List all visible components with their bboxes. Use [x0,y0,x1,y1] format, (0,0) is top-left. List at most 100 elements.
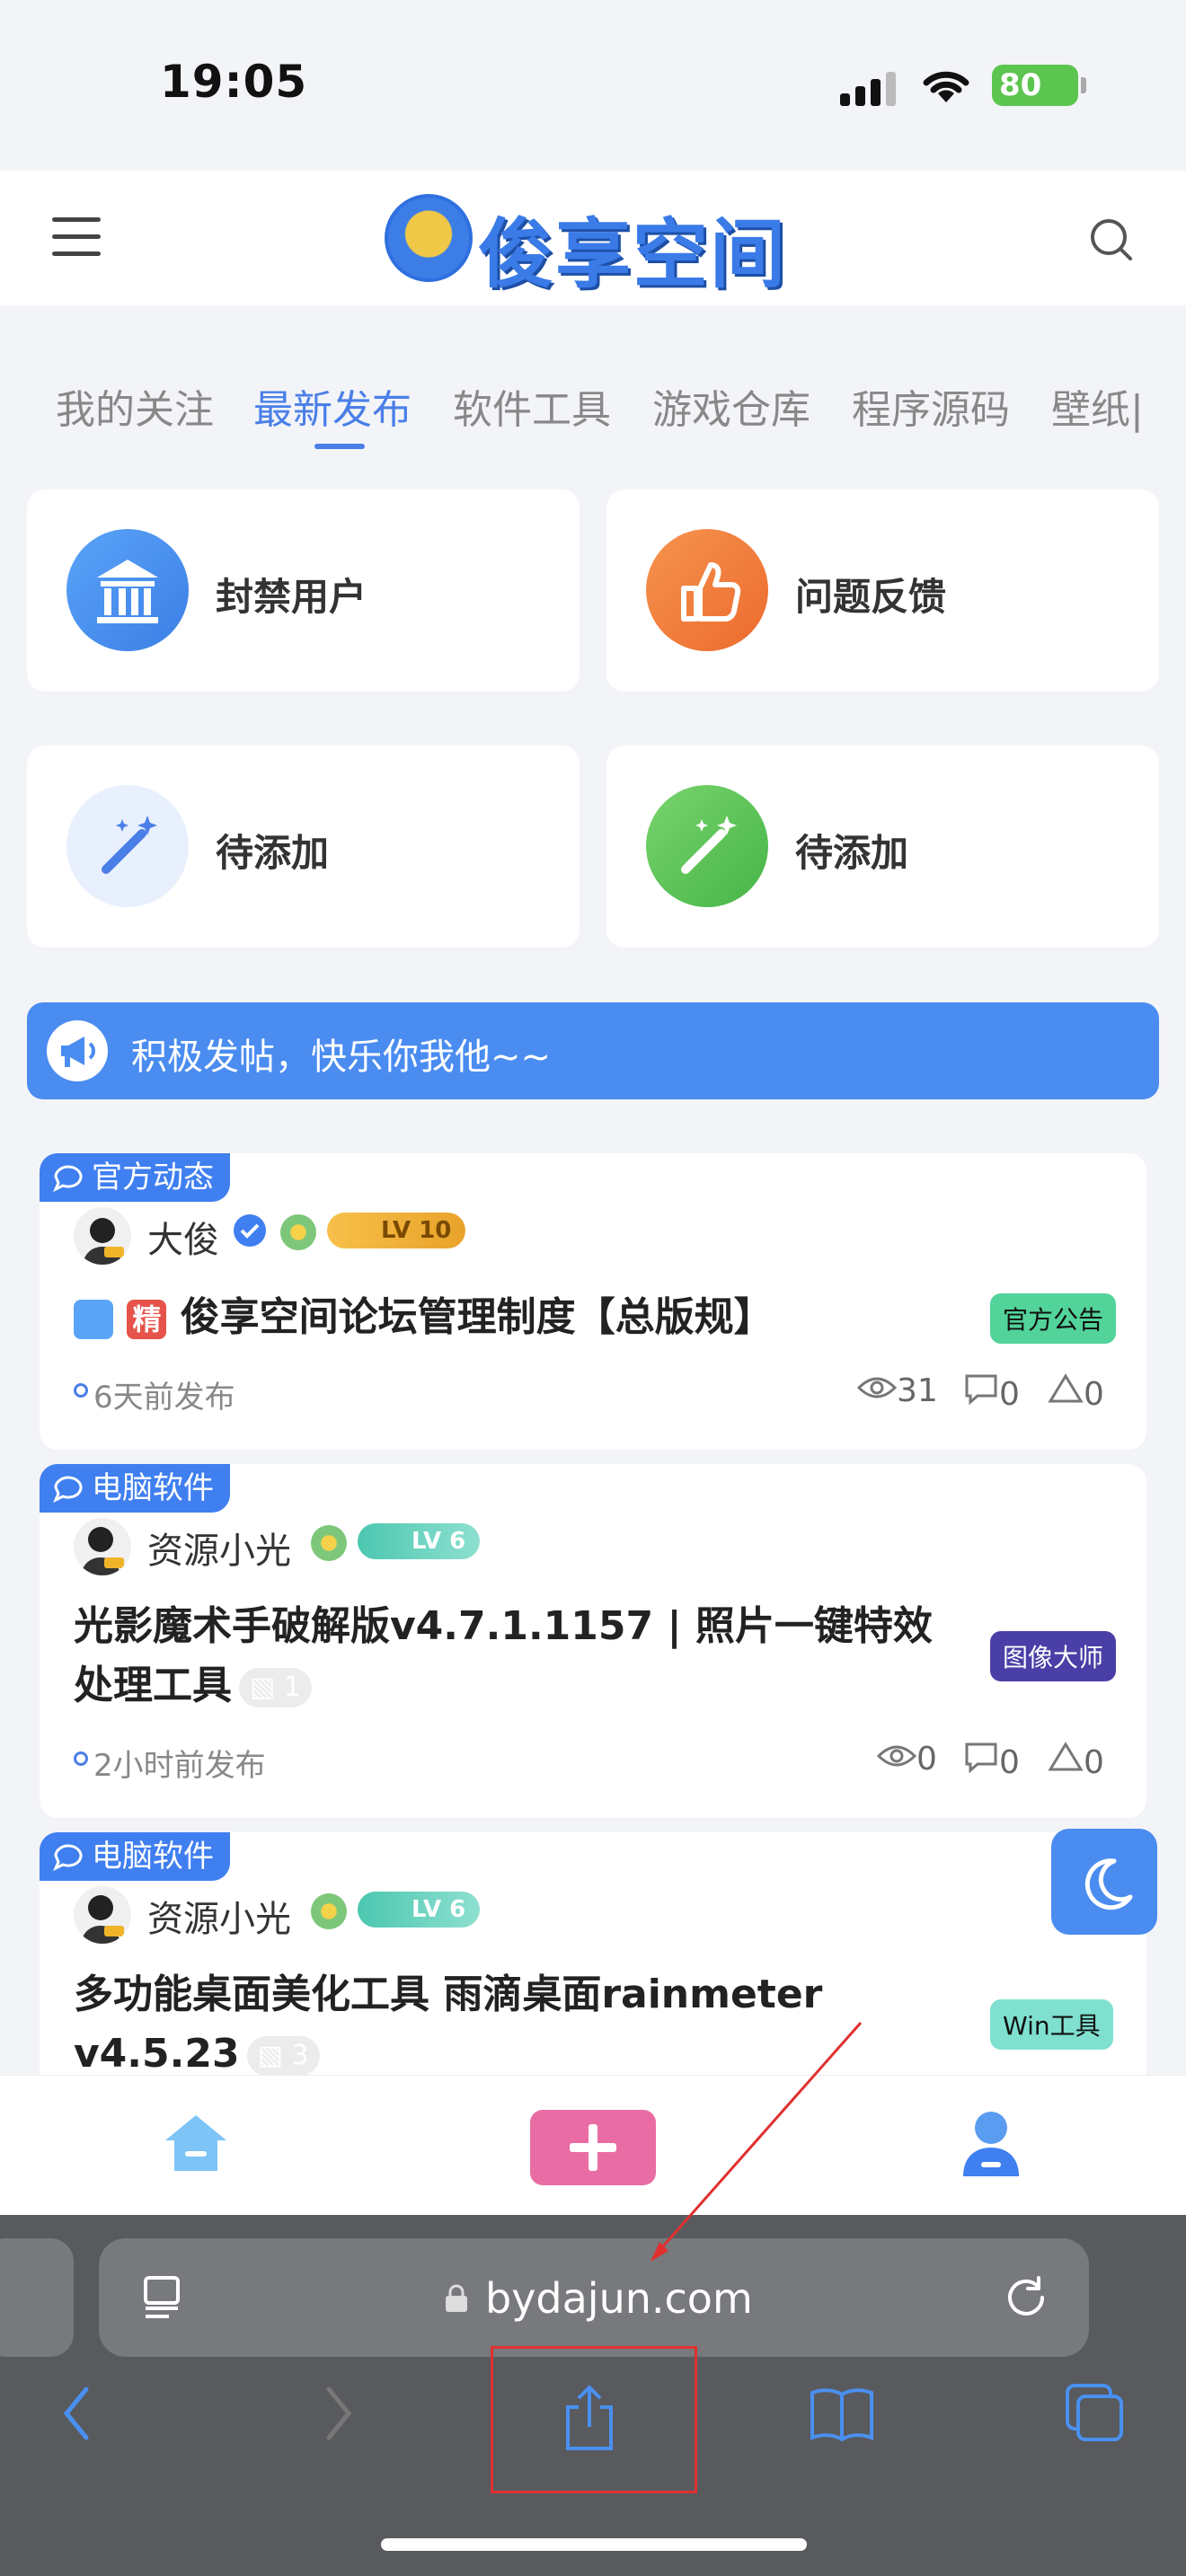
search-icon[interactable] [1089,217,1134,262]
featured-badge: 精 [127,1300,167,1339]
feature-card-label: 封禁用户 [216,575,367,619]
like-count: 0 [1048,1372,1104,1413]
category-tabs: 我的关注 最新发布 软件工具 游戏仓库 程序源码 壁纸| [0,377,1186,449]
post-tag[interactable]: 图像大师 [990,1631,1117,1681]
like-count-value: 0 [1084,1744,1104,1781]
post-category-tag[interactable]: 电脑软件 [40,1832,230,1881]
app-bottom-nav [0,2075,1186,2215]
magic-wand-icon [646,785,768,907]
status-bar: 19:05 80 [0,0,1186,171]
tab-source-code[interactable]: 程序源码 [852,377,1010,435]
post-category-tag[interactable]: 电脑软件 [40,1464,230,1513]
like-count: 0 [1048,1741,1104,1781]
back-icon[interactable] [59,2382,95,2445]
battery-cap [1081,77,1086,93]
comment-icon [965,1742,997,1774]
image-count-value: 3 [291,2040,309,2071]
announcement-bar[interactable]: 积极发帖，快乐你我他~~ [27,1002,1159,1099]
magic-wand-icon [66,785,189,907]
menu-icon[interactable] [52,217,101,257]
medal-icon [311,1893,347,1929]
lock-icon [446,2284,467,2312]
comment-count: 0 [963,1741,1020,1781]
post-tag[interactable]: 官方公告 [990,1293,1117,1344]
tab-software-tools[interactable]: 软件工具 [453,377,611,435]
post-card[interactable]: 电脑软件 资源小光 LV 6 光影魔术手破解版v4.7.1.1157 | 照片一… [40,1464,1146,1818]
site-logo-icon[interactable] [385,194,473,282]
image-count-badge: ▧ 3 [246,2036,320,2076]
site-logo-text[interactable]: 俊享空间 [478,194,787,303]
highlight-box [491,2346,697,2493]
previous-tab-preview[interactable] [0,2238,74,2357]
tab-my-follow[interactable]: 我的关注 [56,377,214,435]
chat-bubble-icon [53,1476,83,1504]
tab-wallpaper[interactable]: 壁纸| [1051,377,1144,435]
post-card[interactable]: 电脑软件 资源小光 LV 6 多功能桌面美化工具 雨滴桌面rainmeter v… [40,1832,1146,2093]
reload-icon[interactable] [1001,2272,1051,2323]
page-menu-icon[interactable] [142,2274,185,2321]
bookmarks-icon[interactable] [809,2382,875,2445]
status-time: 19:05 [160,56,308,108]
post-category-tag[interactable]: 官方动态 [40,1153,230,1202]
tab-game-warehouse[interactable]: 游戏仓库 [652,377,810,435]
dark-mode-toggle[interactable] [1051,1829,1157,1935]
time-dot-icon [74,1751,88,1766]
post-title-line-1: 多功能桌面美化工具 雨滴桌面rainmeter [74,1972,823,2017]
comment-count-value: 0 [999,1376,1020,1413]
user-level-badge: LV 10 [327,1213,466,1248]
post-category-label: 电脑软件 [92,1470,214,1506]
view-count: 31 [856,1372,938,1409]
tabs-icon[interactable] [1064,2382,1127,2445]
triangle-icon [1048,1742,1084,1771]
url-text[interactable]: bydajun.com [485,2274,753,2323]
home-indicator [381,2538,807,2551]
verified-icon [234,1214,266,1247]
avatar[interactable] [74,1518,131,1575]
post-category-label: 官方动态 [92,1160,214,1195]
post-title-line-2: 处理工具 [74,1663,232,1708]
comment-count-value: 0 [999,1744,1020,1781]
feature-card-ban-users[interactable]: 封禁用户 [27,490,580,692]
user-level-label: LV 6 [412,1896,466,1923]
home-icon[interactable] [162,2112,230,2175]
view-count-value: 31 [897,1372,938,1409]
like-count-value: 0 [1084,1376,1104,1413]
triangle-icon [1048,1373,1084,1403]
battery-level: 80 [999,67,1042,103]
post-card[interactable]: 官方动态 大俊 LV 10 精 俊享空间论坛管理制度【总版规】 官方公告 6天前… [40,1153,1146,1450]
forward-icon[interactable] [320,2382,356,2445]
post-title: 俊享空间论坛管理制度【总版规】 [180,1294,774,1340]
post-title[interactable]: 多功能桌面美化工具 雨滴桌面rainmeter v4.5.23 ▧ 3 [74,1965,822,2084]
post-author[interactable]: 大俊 [147,1211,219,1263]
feature-card-feedback[interactable]: 问题反馈 [606,490,1159,692]
avatar[interactable] [74,1886,131,1944]
comment-count: 0 [963,1372,1020,1413]
wifi-icon [923,71,969,102]
new-post-button[interactable] [530,2110,656,2185]
app-header: 俊享空间 [0,171,1186,305]
eye-icon [856,1377,898,1398]
image-count-badge: ▧ 1 [239,1668,312,1707]
feature-card-placeholder-1[interactable]: 待添加 [27,745,580,948]
medal-icon [311,1525,347,1561]
post-author[interactable]: 资源小光 [147,1522,291,1574]
user-level-badge: LV 6 [358,1523,481,1559]
medal-icon [280,1214,316,1250]
feature-card-placeholder-2[interactable]: 待添加 [606,745,1159,948]
post-title-row[interactable]: 精 俊享空间论坛管理制度【总版规】 [74,1288,774,1347]
chat-bubble-icon [53,1844,83,1872]
post-title[interactable]: 光影魔术手破解版v4.7.1.1157 | 照片一键特效 处理工具 ▧ 1 [74,1597,933,1716]
avatar[interactable] [74,1207,131,1265]
comment-icon [965,1374,997,1406]
thumbs-up-icon [646,529,768,651]
post-time: 2小时前发布 [93,1748,266,1784]
address-bar[interactable]: bydajun.com [99,2238,1089,2357]
user-profile-icon[interactable] [960,2106,1022,2178]
tab-latest[interactable]: 最新发布 [253,377,412,435]
post-author[interactable]: 资源小光 [147,1890,291,1942]
post-tag[interactable]: Win工具 [990,1999,1113,2050]
moon-icon [1084,1858,1133,1910]
bank-icon [66,529,189,651]
user-level-label: LV 6 [412,1528,466,1555]
pin-icon [74,1300,113,1339]
